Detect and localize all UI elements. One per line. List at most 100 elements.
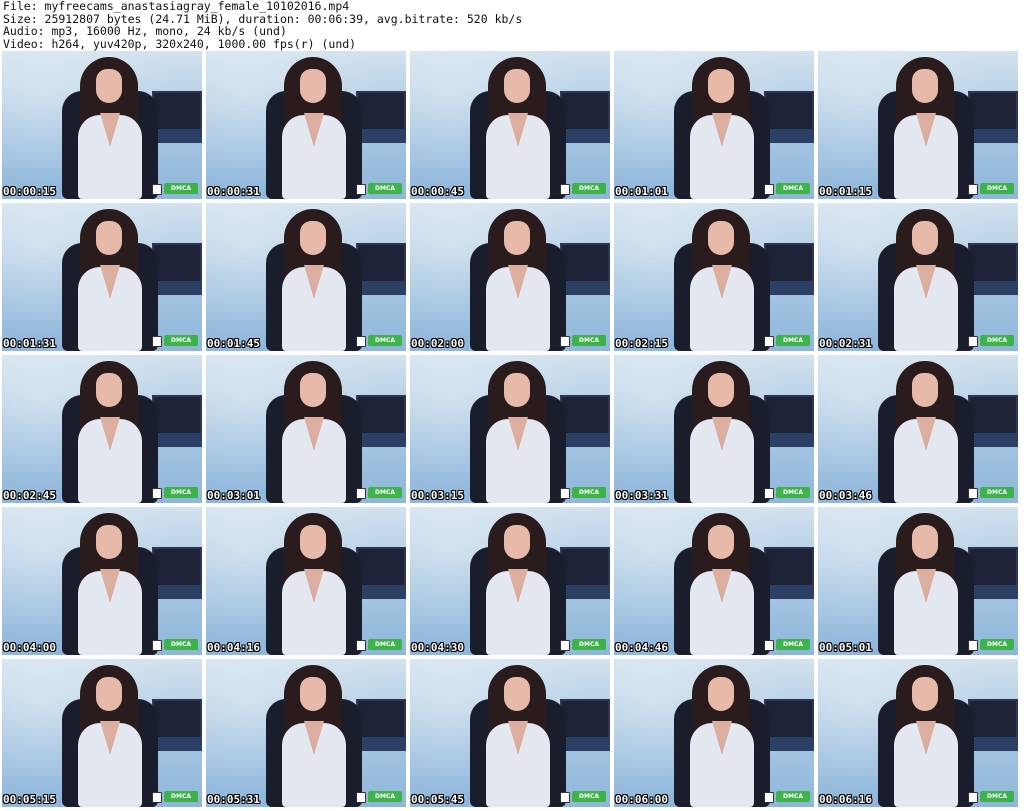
- thumbnail-timestamp: 00:05:31: [207, 793, 260, 806]
- lock-icon: [356, 184, 366, 195]
- thumbnail-timestamp: 00:00:45: [411, 185, 464, 198]
- lock-icon: [152, 184, 162, 195]
- monitor-graphic: [968, 547, 1018, 589]
- lock-icon: [968, 640, 978, 651]
- monitor-graphic: [152, 243, 202, 285]
- video-thumbnail: DMCA 00:03:01: [206, 355, 406, 503]
- thumbnail-timestamp: 00:03:01: [207, 489, 260, 502]
- thumbnail-timestamp: 00:01:45: [207, 337, 260, 350]
- dmca-badge: DMCA: [164, 335, 198, 346]
- file-info-header: File: myfreecams_anastasiagray_female_10…: [3, 0, 522, 50]
- dmca-badge: DMCA: [980, 183, 1014, 194]
- dmca-badge: DMCA: [572, 791, 606, 802]
- thumbnail-timestamp: 00:00:31: [207, 185, 260, 198]
- monitor-graphic: [356, 243, 406, 285]
- video-thumbnail: DMCA 00:02:00: [410, 203, 610, 351]
- thumbnail-timestamp: 00:01:15: [819, 185, 872, 198]
- thumbnail-timestamp: 00:02:00: [411, 337, 464, 350]
- person-face-graphic: [96, 525, 122, 559]
- dmca-badge: DMCA: [776, 639, 810, 650]
- lock-icon: [152, 336, 162, 347]
- monitor-graphic: [152, 91, 202, 133]
- lock-icon: [560, 184, 570, 195]
- dmca-badge: DMCA: [980, 639, 1014, 650]
- monitor-graphic: [968, 699, 1018, 741]
- monitor-graphic: [356, 699, 406, 741]
- lock-icon: [968, 184, 978, 195]
- lock-icon: [764, 792, 774, 803]
- person-face-graphic: [504, 373, 530, 407]
- monitor-graphic: [764, 91, 814, 133]
- thumbnail-timestamp: 00:06:16: [819, 793, 872, 806]
- monitor-graphic: [764, 547, 814, 589]
- person-face-graphic: [504, 221, 530, 255]
- monitor-graphic: [152, 395, 202, 437]
- monitor-graphic: [356, 547, 406, 589]
- video-thumbnail: DMCA 00:06:16: [818, 659, 1018, 807]
- dmca-badge: DMCA: [368, 335, 402, 346]
- lock-icon: [356, 792, 366, 803]
- lock-icon: [560, 792, 570, 803]
- video-thumbnail: DMCA 00:00:45: [410, 51, 610, 199]
- lock-icon: [764, 336, 774, 347]
- video-thumbnail: DMCA 00:02:31: [818, 203, 1018, 351]
- lock-icon: [356, 336, 366, 347]
- video-thumbnail: DMCA 00:01:45: [206, 203, 406, 351]
- dmca-badge: DMCA: [980, 487, 1014, 498]
- monitor-graphic: [968, 91, 1018, 133]
- video-thumbnail: DMCA 00:00:31: [206, 51, 406, 199]
- person-face-graphic: [96, 677, 122, 711]
- lock-icon: [968, 336, 978, 347]
- monitor-graphic: [560, 699, 610, 741]
- lock-icon: [560, 640, 570, 651]
- person-face-graphic: [708, 525, 734, 559]
- lock-icon: [152, 640, 162, 651]
- monitor-graphic: [764, 395, 814, 437]
- dmca-badge: DMCA: [776, 791, 810, 802]
- video-thumbnail: DMCA 00:03:46: [818, 355, 1018, 503]
- video-thumbnail: DMCA 00:01:01: [614, 51, 814, 199]
- monitor-graphic: [356, 395, 406, 437]
- dmca-badge: DMCA: [572, 487, 606, 498]
- dmca-badge: DMCA: [980, 335, 1014, 346]
- monitor-graphic: [764, 699, 814, 741]
- dmca-badge: DMCA: [368, 183, 402, 194]
- monitor-graphic: [764, 243, 814, 285]
- video-thumbnail: DMCA 00:06:00: [614, 659, 814, 807]
- dmca-badge: DMCA: [572, 335, 606, 346]
- thumbnail-grid: DMCA 00:00:15 DMCA 00:00:31 DMCA 00:00:45 DMCA…: [2, 51, 1022, 811]
- person-face-graphic: [300, 69, 326, 103]
- lock-icon: [356, 488, 366, 499]
- person-face-graphic: [708, 373, 734, 407]
- video-thumbnail: DMCA 00:05:31: [206, 659, 406, 807]
- thumbnail-timestamp: 00:06:00: [615, 793, 668, 806]
- dmca-badge: DMCA: [980, 791, 1014, 802]
- dmca-badge: DMCA: [776, 335, 810, 346]
- monitor-graphic: [152, 699, 202, 741]
- monitor-graphic: [560, 547, 610, 589]
- thumbnail-timestamp: 00:05:45: [411, 793, 464, 806]
- video-thumbnail: DMCA 00:03:31: [614, 355, 814, 503]
- dmca-badge: DMCA: [572, 183, 606, 194]
- thumbnail-timestamp: 00:00:15: [3, 185, 56, 198]
- person-face-graphic: [300, 373, 326, 407]
- thumbnail-timestamp: 00:01:01: [615, 185, 668, 198]
- video-thumbnail: DMCA 00:04:30: [410, 507, 610, 655]
- thumbnail-timestamp: 00:02:31: [819, 337, 872, 350]
- video-thumbnail: DMCA 00:04:00: [2, 507, 202, 655]
- video-thumbnail: DMCA 00:02:15: [614, 203, 814, 351]
- lock-icon: [152, 488, 162, 499]
- dmca-badge: DMCA: [164, 639, 198, 650]
- video-thumbnail: DMCA 00:05:01: [818, 507, 1018, 655]
- person-face-graphic: [504, 525, 530, 559]
- audio-info-line: Audio: mp3, 16000 Hz, mono, 24 kb/s (und…: [3, 24, 287, 38]
- dmca-badge: DMCA: [776, 183, 810, 194]
- person-face-graphic: [96, 69, 122, 103]
- video-thumbnail: DMCA 00:04:16: [206, 507, 406, 655]
- lock-icon: [560, 488, 570, 499]
- dmca-badge: DMCA: [368, 639, 402, 650]
- thumbnail-timestamp: 00:04:16: [207, 641, 260, 654]
- video-thumbnail: DMCA 00:02:45: [2, 355, 202, 503]
- thumbnail-timestamp: 00:02:45: [3, 489, 56, 502]
- monitor-graphic: [560, 395, 610, 437]
